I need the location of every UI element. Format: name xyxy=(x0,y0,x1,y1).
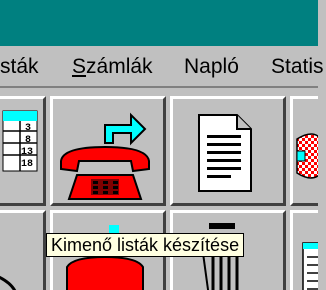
phone-redirect-icon xyxy=(60,112,150,200)
partial-icon xyxy=(0,275,17,290)
checkered-icon xyxy=(296,133,318,179)
svg-text:18: 18 xyxy=(21,159,33,170)
tooltip: Kimenő listák készítése xyxy=(46,233,245,257)
window-edge xyxy=(318,0,326,288)
svg-text:8: 8 xyxy=(25,135,31,146)
menu-bar: sták Számlák Napló Statis xyxy=(0,46,324,86)
toolbar-button-table[interactable] xyxy=(290,210,318,290)
menu-item-szamlak[interactable]: Számlák xyxy=(72,55,153,79)
toolbar: 3 8 13 18 xyxy=(0,86,318,290)
svg-text:13: 13 xyxy=(21,147,33,158)
menu-item-statisztika[interactable]: Statis xyxy=(271,55,324,79)
toolbar-button-calendar[interactable]: 3 8 13 18 xyxy=(0,96,46,206)
toolbar-button-document[interactable] xyxy=(170,96,286,206)
table-icon xyxy=(302,242,318,290)
menu-item-naplo[interactable]: Napló xyxy=(184,55,239,79)
menu-accel-s: S xyxy=(72,55,87,78)
title-bar xyxy=(0,0,318,46)
toolbar-button-partial[interactable] xyxy=(0,210,46,290)
document-icon xyxy=(198,114,252,192)
calendar-icon: 3 8 13 18 xyxy=(2,110,38,172)
svg-text:3: 3 xyxy=(25,123,31,134)
toolbar-button-phone-redirect[interactable] xyxy=(50,96,166,206)
toolbar-button-checkered[interactable] xyxy=(290,96,318,206)
menu-item-szamlak-rest: zámlák xyxy=(86,55,153,78)
menu-item-listak[interactable]: sták xyxy=(0,55,39,79)
